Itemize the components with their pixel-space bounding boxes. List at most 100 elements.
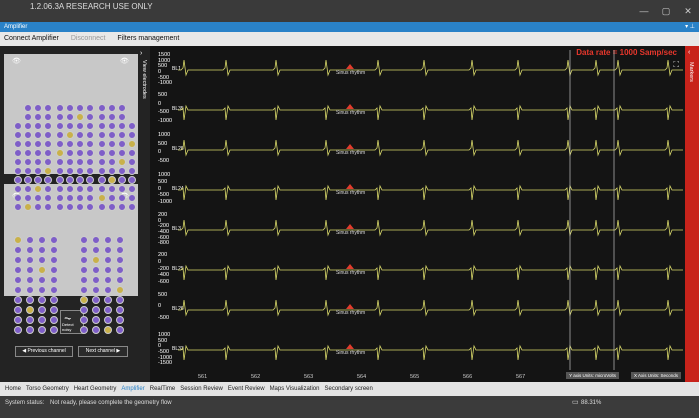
electrode[interactable]	[92, 296, 100, 304]
electrode[interactable]	[14, 326, 22, 334]
electrode[interactable]	[26, 296, 34, 304]
electrode[interactable]	[14, 286, 22, 294]
electrode[interactable]	[116, 316, 124, 324]
electrode[interactable]	[104, 306, 112, 314]
electrode[interactable]	[76, 203, 84, 211]
electrode[interactable]	[50, 306, 58, 314]
electrode[interactable]	[92, 266, 100, 274]
electrode[interactable]	[56, 194, 64, 202]
electrode[interactable]	[80, 266, 88, 274]
electrode[interactable]	[24, 185, 32, 193]
tab-amplifier[interactable]: Amplifier	[121, 386, 144, 392]
electrode[interactable]	[118, 131, 126, 139]
electrode[interactable]	[44, 194, 52, 202]
electrode[interactable]	[86, 104, 94, 112]
electrode[interactable]	[92, 326, 100, 334]
electrode[interactable]	[26, 306, 34, 314]
electrode[interactable]	[44, 176, 52, 184]
electrode[interactable]	[66, 122, 74, 130]
electrode[interactable]	[34, 167, 42, 175]
electrode[interactable]	[66, 194, 74, 202]
electrode[interactable]	[76, 140, 84, 148]
electrode[interactable]	[80, 306, 88, 314]
electrode[interactable]	[92, 316, 100, 324]
minimize-button[interactable]: —	[633, 0, 655, 22]
electrode[interactable]	[34, 158, 42, 166]
electrode[interactable]	[34, 185, 42, 193]
electrode[interactable]	[56, 131, 64, 139]
electrode[interactable]	[66, 104, 74, 112]
electrode[interactable]	[86, 194, 94, 202]
electrode[interactable]	[14, 256, 22, 264]
eye-icon[interactable]: 👁	[12, 58, 21, 65]
electrode[interactable]	[76, 185, 84, 193]
electrode[interactable]	[38, 266, 46, 274]
electrode[interactable]	[98, 167, 106, 175]
electrode[interactable]	[66, 140, 74, 148]
electrode[interactable]	[34, 149, 42, 157]
electrode[interactable]	[66, 131, 74, 139]
electrode[interactable]	[98, 185, 106, 193]
electrode[interactable]	[66, 113, 74, 121]
electrode[interactable]	[50, 236, 58, 244]
electrode[interactable]	[92, 286, 100, 294]
electrode[interactable]	[26, 276, 34, 284]
electrode[interactable]	[76, 104, 84, 112]
electrode[interactable]	[50, 286, 58, 294]
disconnect-button[interactable]: Disconnect	[71, 35, 106, 42]
electrode[interactable]	[34, 122, 42, 130]
electrode[interactable]	[76, 176, 84, 184]
electrode[interactable]	[44, 131, 52, 139]
electrode[interactable]	[76, 113, 84, 121]
electrode[interactable]	[56, 140, 64, 148]
electrode[interactable]	[34, 203, 42, 211]
electrode[interactable]	[108, 203, 116, 211]
electrode[interactable]	[38, 326, 46, 334]
electrode[interactable]	[38, 306, 46, 314]
electrode[interactable]	[14, 316, 22, 324]
electrode[interactable]	[14, 149, 22, 157]
electrode[interactable]	[76, 149, 84, 157]
electrode[interactable]	[26, 266, 34, 274]
electrode[interactable]	[66, 149, 74, 157]
electrode[interactable]	[56, 122, 64, 130]
electrode[interactable]	[38, 316, 46, 324]
electrode[interactable]	[56, 149, 64, 157]
electrode[interactable]	[128, 158, 136, 166]
electrode[interactable]	[14, 194, 22, 202]
electrode[interactable]	[98, 149, 106, 157]
electrode[interactable]	[14, 306, 22, 314]
electrode[interactable]	[80, 276, 88, 284]
electrode[interactable]	[44, 203, 52, 211]
tab-realtime[interactable]: RealTime	[150, 386, 175, 392]
electrode[interactable]	[26, 326, 34, 334]
electrode[interactable]	[34, 194, 42, 202]
electrode[interactable]	[86, 158, 94, 166]
electrode[interactable]	[66, 203, 74, 211]
electrode[interactable]	[98, 104, 106, 112]
eye-icon[interactable]: 👁	[120, 58, 129, 65]
electrode[interactable]	[26, 246, 34, 254]
electrode[interactable]	[14, 203, 22, 211]
electrode[interactable]	[24, 203, 32, 211]
electrode[interactable]	[26, 286, 34, 294]
electrode[interactable]	[14, 276, 22, 284]
electrode[interactable]	[56, 158, 64, 166]
electrode[interactable]	[80, 246, 88, 254]
electrode[interactable]	[92, 276, 100, 284]
electrode[interactable]	[108, 158, 116, 166]
electrode[interactable]	[56, 104, 64, 112]
electrode[interactable]	[128, 131, 136, 139]
electrode[interactable]	[104, 266, 112, 274]
maximize-button[interactable]: ▢	[655, 0, 677, 22]
electrode[interactable]	[118, 176, 126, 184]
electrode[interactable]	[86, 149, 94, 157]
electrode[interactable]	[24, 194, 32, 202]
electrode[interactable]	[38, 246, 46, 254]
electrode[interactable]	[118, 185, 126, 193]
electrode[interactable]	[56, 176, 64, 184]
electrode[interactable]	[118, 113, 126, 121]
electrode[interactable]	[50, 316, 58, 324]
tab-session-review[interactable]: Session Review	[180, 386, 223, 392]
electrode[interactable]	[92, 246, 100, 254]
